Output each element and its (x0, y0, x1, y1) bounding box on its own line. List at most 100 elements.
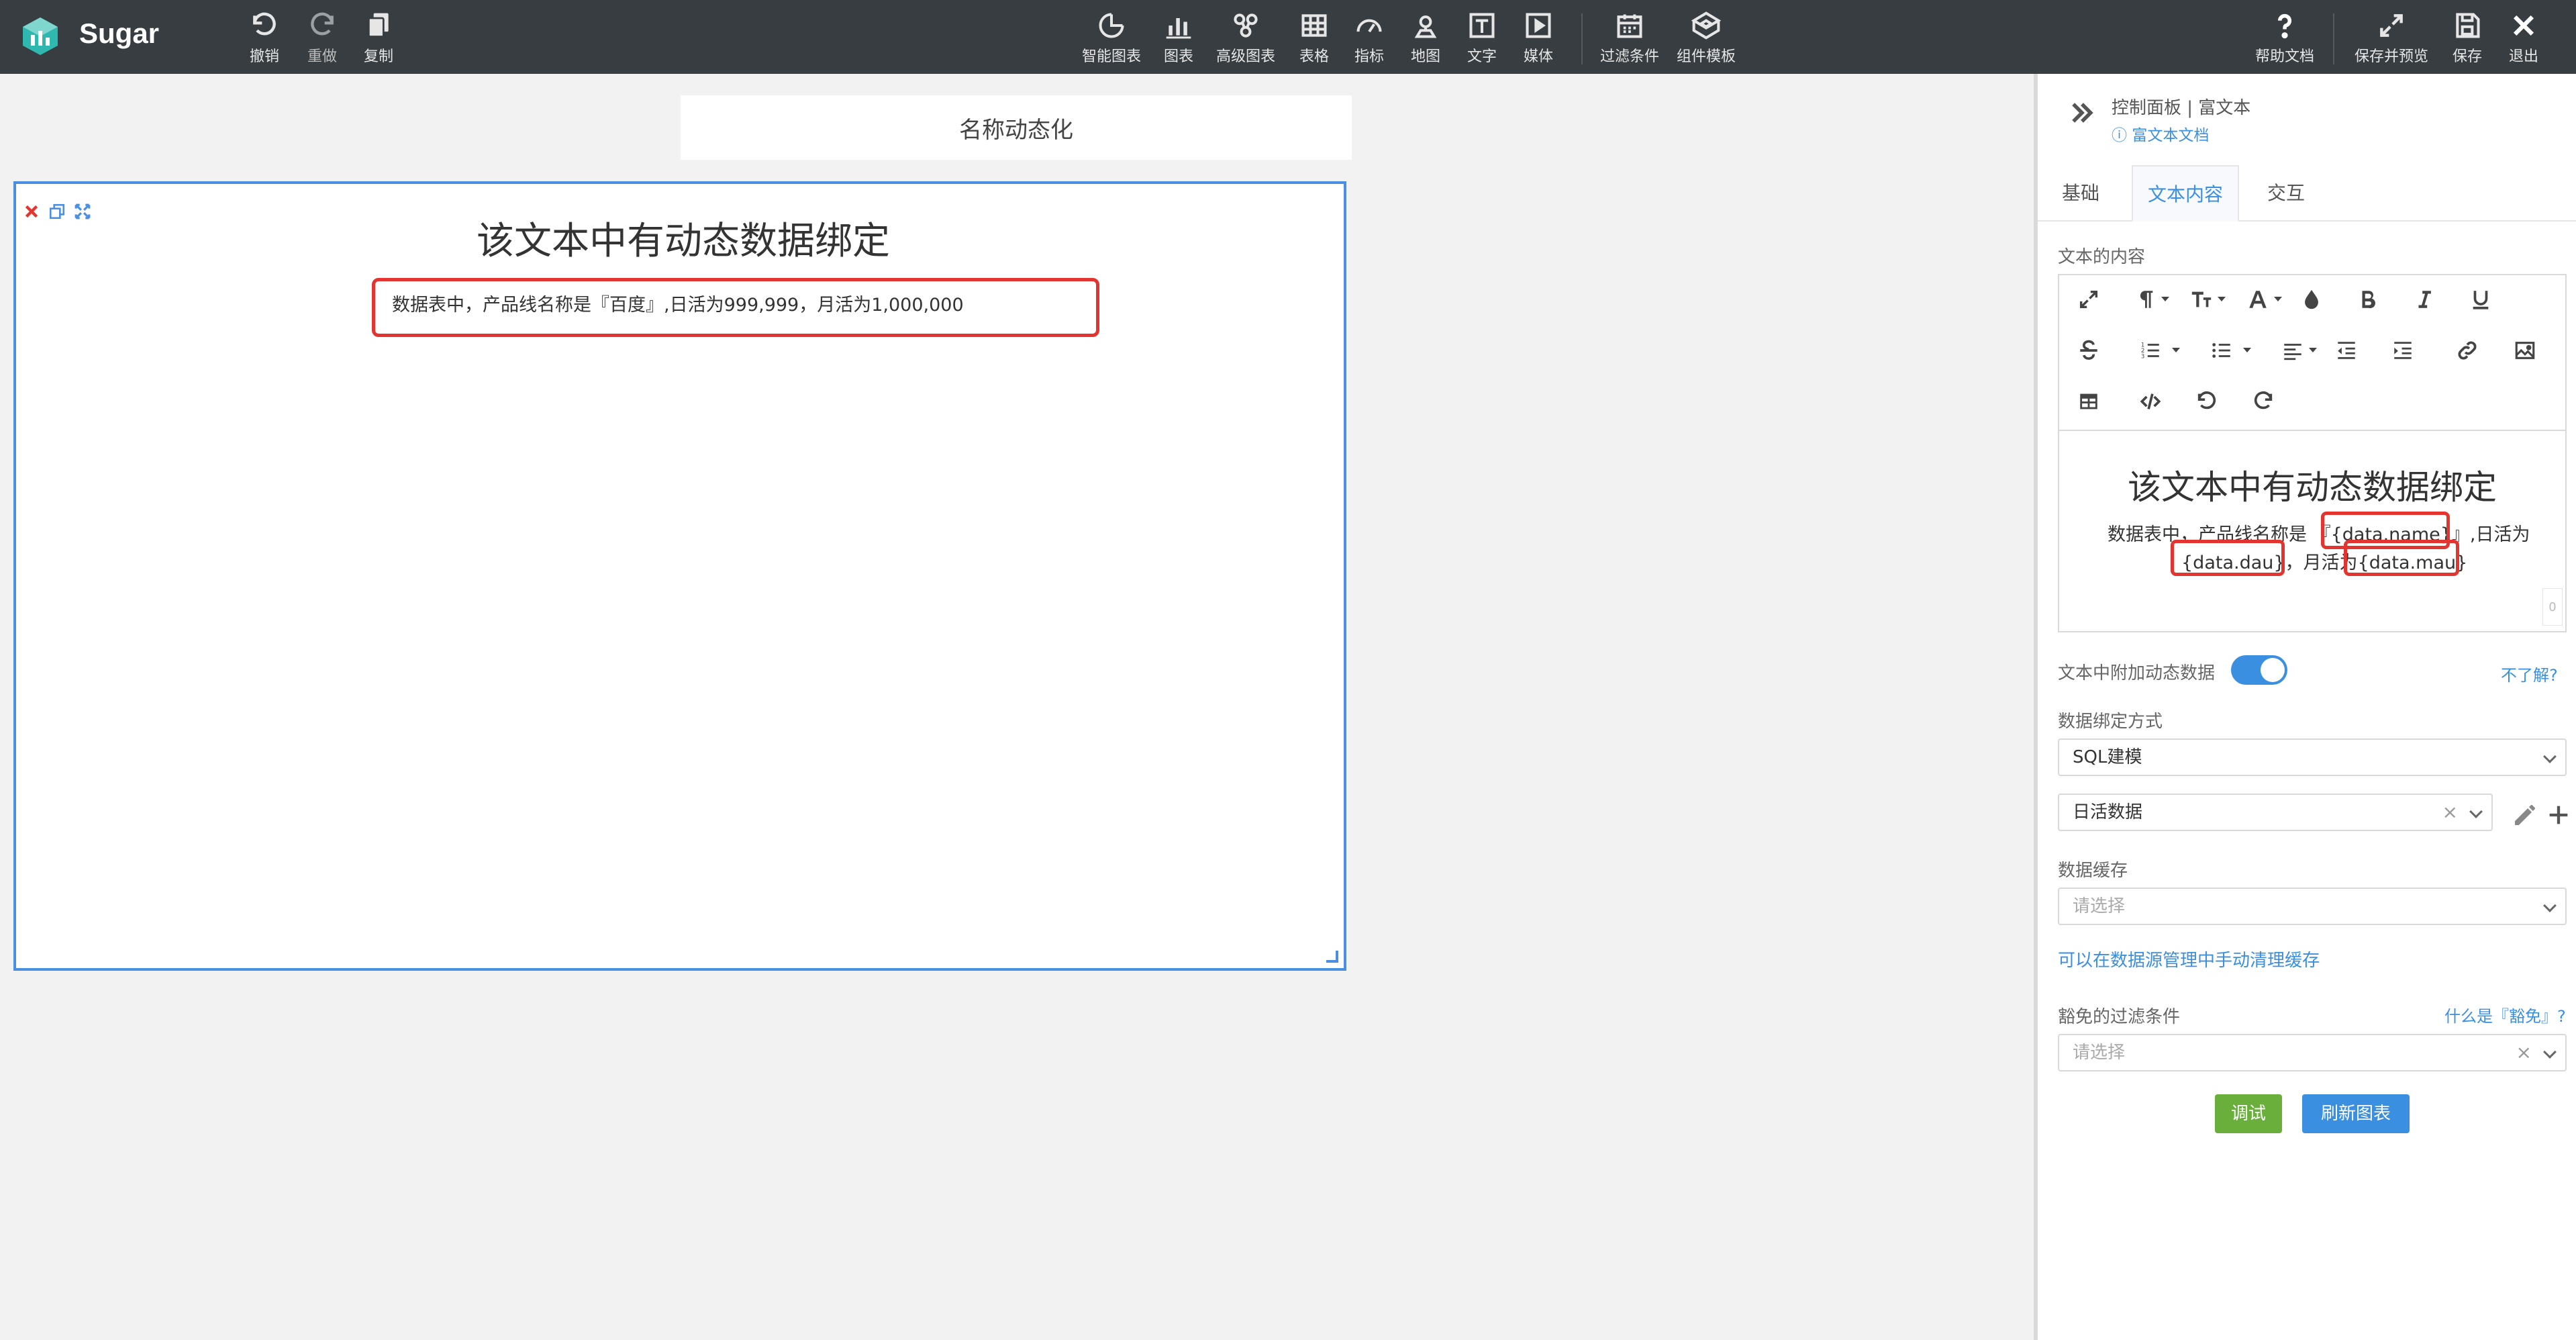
cache-label: 数据缓存 (2058, 861, 2128, 881)
chevron-down-icon (2543, 750, 2557, 763)
ordered-list-icon: 123 (2141, 342, 2159, 360)
code-view-button[interactable] (2137, 388, 2164, 415)
image-icon (2515, 342, 2535, 359)
filter-button[interactable]: 过滤条件 (1600, 11, 1659, 66)
save-icon (2456, 13, 2480, 38)
debug-button[interactable]: 调试 (2215, 1094, 2282, 1133)
report-title[interactable]: 名称动态化 (681, 95, 1352, 160)
sugar-logo-icon (23, 17, 58, 55)
help-doc-label: 帮助文档 (2255, 48, 2315, 65)
table-button[interactable]: 表格 (1299, 11, 1329, 66)
smart-chart-button[interactable]: 智能图表 (1082, 11, 1141, 66)
redo-button[interactable]: 重做 (307, 11, 337, 66)
bold-button[interactable] (2355, 286, 2381, 313)
save-preview-button[interactable]: 保存并预览 (2355, 11, 2428, 66)
exempt-help-link[interactable]: 什么是『豁免』? (2444, 1003, 2566, 1026)
panel-breadcrumb: 控制面板 | 富文本 (2112, 98, 2251, 118)
paragraph-format-button[interactable] (2132, 286, 2169, 313)
undo-button[interactable]: 撤销 (250, 11, 279, 66)
tab-interaction[interactable]: 交互 (2252, 165, 2320, 222)
toolbar-divider (2333, 13, 2334, 64)
editor-toolbar: 123 (2059, 275, 2565, 431)
copy-button[interactable]: 复制 (364, 11, 393, 66)
tab-basic[interactable]: 基础 (2047, 165, 2114, 222)
control-panel: 控制面板 | 富文本 ⓘ 富文本文档 基础 文本内容 交互 文本的内容 123 (2034, 74, 2576, 1340)
rich-text-editor[interactable]: 123 该文本中有动态数据绑定 数据表中，产品线名称是 『{data.name}… (2058, 274, 2567, 632)
align-button[interactable] (2279, 337, 2317, 364)
clear-icon[interactable]: × (2442, 795, 2458, 830)
unordered-list-button[interactable] (2208, 337, 2251, 364)
color-drop-icon (2305, 289, 2318, 309)
collapse-panel-icon[interactable] (2067, 98, 2097, 128)
editor-heading: 该文本中有动态数据绑定 (2128, 468, 2497, 507)
font-size-button[interactable] (2188, 286, 2226, 313)
editor-redo-button[interactable] (2250, 388, 2277, 415)
refresh-chart-button[interactable]: 刷新图表 (2302, 1094, 2410, 1133)
rich-text-widget[interactable]: 该文本中有动态数据绑定 数据表中，产品线名称是『百度』,日活为999,999，月… (13, 181, 1346, 971)
table-icon (1301, 14, 1327, 37)
chevron-down-icon (2543, 899, 2557, 912)
content-label: 文本的内容 (2058, 247, 2146, 267)
editor-undo-button[interactable] (2193, 388, 2220, 415)
dynamic-data-help-link[interactable]: 不了解? (2501, 662, 2558, 685)
undo-icon (253, 12, 276, 36)
map-label: 地图 (1411, 48, 1441, 65)
template-button[interactable]: 组件模板 (1677, 11, 1736, 66)
indent-button[interactable] (2389, 337, 2416, 364)
exempt-filter-label: 豁免的过滤条件 (2058, 1007, 2181, 1027)
redo-label: 重做 (307, 48, 338, 65)
advanced-chart-button[interactable]: 高级图表 (1216, 11, 1275, 66)
exit-button[interactable]: 退出 (2509, 11, 2538, 66)
save-preview-label: 保存并预览 (2355, 48, 2429, 65)
filter-label: 过滤条件 (1600, 48, 1660, 65)
ordered-list-button[interactable]: 123 (2137, 337, 2180, 364)
align-left-icon (2284, 344, 2301, 361)
map-button[interactable]: 地图 (1411, 11, 1440, 66)
media-button[interactable]: 媒体 (1524, 11, 1553, 66)
strikethrough-icon (2080, 340, 2097, 360)
fullscreen-editor-button[interactable] (2075, 286, 2102, 313)
cache-select[interactable]: 请选择 (2058, 888, 2567, 925)
widget-resize-handle[interactable] (1326, 951, 1338, 963)
copy-icon (367, 13, 389, 38)
advanced-chart-icon (1234, 13, 1258, 38)
text-button[interactable]: 文字 (1467, 11, 1497, 66)
media-label: 媒体 (1524, 48, 1554, 65)
add-plus-icon[interactable] (2545, 802, 2572, 828)
rich-text-doc-link[interactable]: ⓘ 富文本文档 (2112, 122, 2209, 145)
template-label: 组件模板 (1677, 48, 1736, 65)
paragraph-icon (2140, 291, 2153, 308)
image-button[interactable] (2512, 337, 2538, 364)
italic-button[interactable] (2411, 286, 2438, 313)
tab-text-content[interactable]: 文本内容 (2132, 165, 2240, 222)
smart-chart-icon (1099, 13, 1124, 38)
font-color-button[interactable] (2244, 286, 2282, 313)
outdent-button[interactable] (2333, 337, 2360, 364)
toolbar-divider (1581, 13, 1583, 64)
binding-method-select[interactable]: SQL建模 (2058, 738, 2567, 776)
background-color-button[interactable] (2298, 286, 2325, 313)
cache-placeholder: 请选择 (2073, 896, 2126, 916)
dataset-select[interactable]: 日活数据 × (2058, 794, 2493, 831)
exempt-filter-select[interactable]: 请选择 × (2058, 1034, 2567, 1071)
undo-icon (2197, 391, 2216, 410)
edit-pencil-icon[interactable] (2512, 802, 2538, 828)
insert-table-button[interactable] (2075, 388, 2102, 415)
chart-button[interactable]: 图表 (1164, 11, 1193, 66)
strikethrough-button[interactable] (2075, 337, 2102, 364)
italic-icon (2418, 291, 2431, 308)
expand-icon (2380, 14, 2403, 37)
underline-button[interactable] (2467, 286, 2494, 313)
cache-clear-hint-link[interactable]: 可以在数据源管理中手动清理缓存 (2058, 947, 2320, 971)
clear-icon[interactable]: × (2516, 1035, 2532, 1070)
exit-label: 退出 (2509, 48, 2539, 65)
indicator-button[interactable]: 指标 (1354, 11, 1384, 66)
text-label: 文字 (1467, 48, 1497, 65)
link-button[interactable] (2454, 337, 2481, 364)
token-mau-highlight (2344, 540, 2459, 576)
save-button[interactable]: 保存 (2453, 11, 2482, 66)
help-doc-button[interactable]: 帮助文档 (2255, 11, 2314, 66)
indicator-label: 指标 (1354, 48, 1385, 65)
dynamic-data-toggle[interactable] (2231, 655, 2287, 685)
filter-calendar-icon (1617, 14, 1642, 38)
